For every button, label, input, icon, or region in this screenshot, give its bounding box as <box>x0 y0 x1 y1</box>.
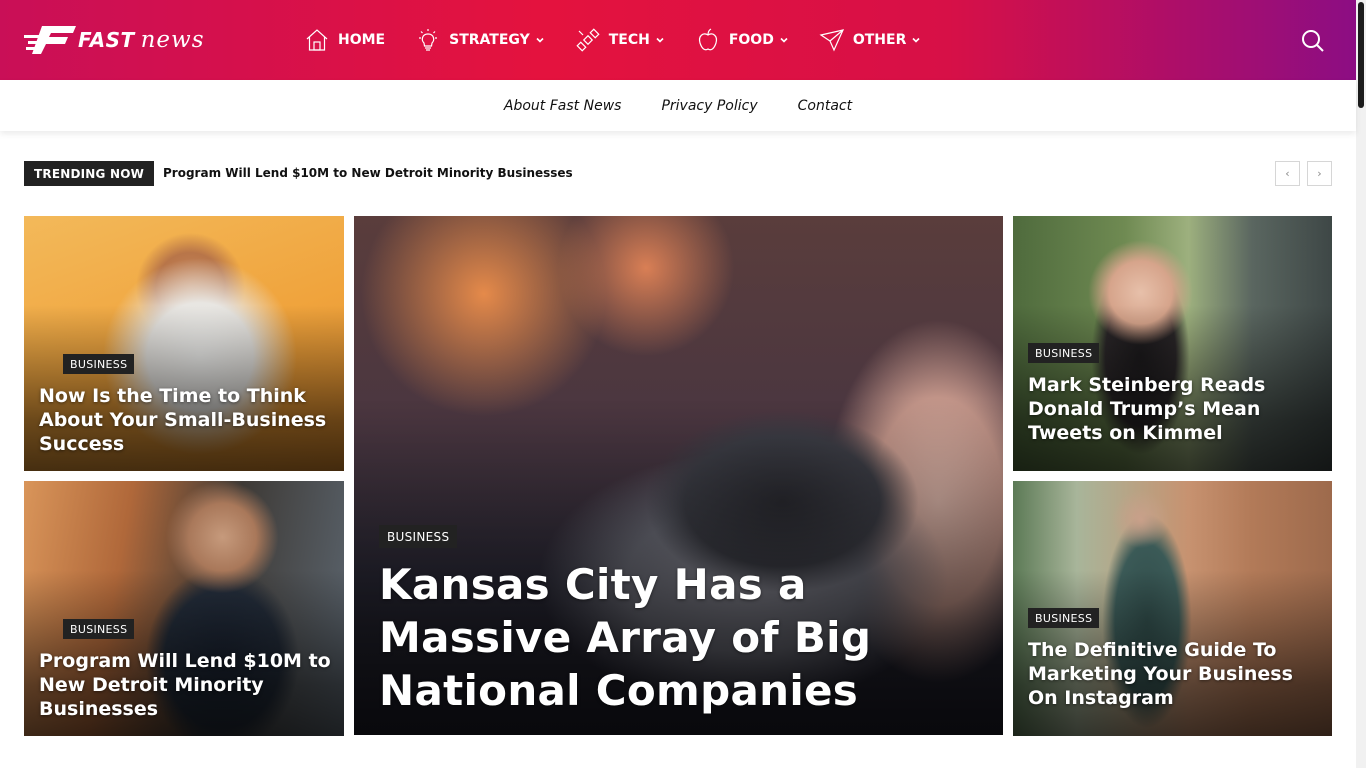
nav-other[interactable]: OTHER <box>819 27 922 53</box>
lightbulb-icon <box>415 27 441 53</box>
main-nav: HOME STRATEGY TECH FOOD OTHER <box>304 0 951 80</box>
nav-home-label: HOME <box>338 32 386 48</box>
paper-plane-icon <box>819 27 845 53</box>
category-badge[interactable]: BUSINESS <box>1028 343 1100 363</box>
nav-other-label: OTHER <box>852 32 907 48</box>
category-badge[interactable]: BUSINESS <box>379 525 458 548</box>
satellite-icon <box>575 27 601 53</box>
article-title[interactable]: Kansas City Has a Massive Array of Big N… <box>379 558 939 717</box>
subnav-privacy[interactable]: Privacy Policy <box>661 98 757 114</box>
nav-strategy-label: STRATEGY <box>449 32 530 48</box>
chevron-down-icon <box>655 35 665 45</box>
trending-next-button[interactable]: › <box>1307 161 1332 186</box>
nav-home[interactable]: HOME <box>304 27 385 53</box>
chevron-down-icon <box>535 35 545 45</box>
article-card[interactable]: BUSINESS The Definitive Guide To Marketi… <box>1013 481 1332 736</box>
secondary-nav: About Fast News Privacy Policy Contact <box>0 80 1356 131</box>
article-card[interactable]: BUSINESS Program Will Lend $10M to New D… <box>24 481 344 736</box>
category-badge[interactable]: BUSINESS <box>63 354 135 374</box>
home-icon <box>304 27 330 53</box>
nav-tech[interactable]: TECH <box>575 27 665 53</box>
nav-strategy[interactable]: STRATEGY <box>415 27 545 53</box>
logo-word-fast: FAST <box>78 28 135 52</box>
subnav-about[interactable]: About Fast News <box>504 98 622 114</box>
chevron-right-icon: › <box>1317 167 1322 180</box>
site-header: FAST news HOME STRATEGY TECH FOOD OTHER <box>0 0 1356 80</box>
category-badge[interactable]: BUSINESS <box>63 619 135 639</box>
article-title[interactable]: Program Will Lend $10M to New Detroit Mi… <box>39 649 331 721</box>
article-card[interactable]: BUSINESS Mark Steinberg Reads Donald Tru… <box>1013 216 1332 471</box>
scrollbar-thumb[interactable] <box>1358 2 1364 108</box>
trending-headline[interactable]: Program Will Lend $10M to New Detroit Mi… <box>163 166 573 180</box>
trending-label: TRENDING NOW <box>24 161 155 186</box>
category-badge[interactable]: BUSINESS <box>1028 608 1100 628</box>
subnav-contact[interactable]: Contact <box>798 98 852 114</box>
featured-article-card[interactable]: BUSINESS Kansas City Has a Massive Array… <box>354 216 1003 735</box>
logo-f-icon <box>24 24 76 56</box>
article-title[interactable]: Mark Steinberg Reads Donald Trump’s Mean… <box>1028 373 1320 445</box>
article-card[interactable]: BUSINESS Now Is the Time to Think About … <box>24 216 344 471</box>
site-logo[interactable]: FAST news <box>24 20 205 60</box>
logo-word-news: news <box>140 27 205 53</box>
chevron-down-icon <box>911 35 921 45</box>
article-title[interactable]: Now Is the Time to Think About Your Smal… <box>39 384 331 456</box>
nav-tech-label: TECH <box>608 32 650 48</box>
chevron-left-icon: ‹ <box>1285 167 1290 180</box>
page-scrollbar[interactable] <box>1356 0 1366 768</box>
chevron-down-icon <box>779 35 789 45</box>
article-title[interactable]: The Definitive Guide To Marketing Your B… <box>1028 638 1320 710</box>
trending-prev-button[interactable]: ‹ <box>1275 161 1300 186</box>
nav-food-label: FOOD <box>728 32 774 48</box>
nav-food[interactable]: FOOD <box>695 27 789 53</box>
search-icon[interactable] <box>1300 28 1326 54</box>
apple-icon <box>695 27 721 53</box>
